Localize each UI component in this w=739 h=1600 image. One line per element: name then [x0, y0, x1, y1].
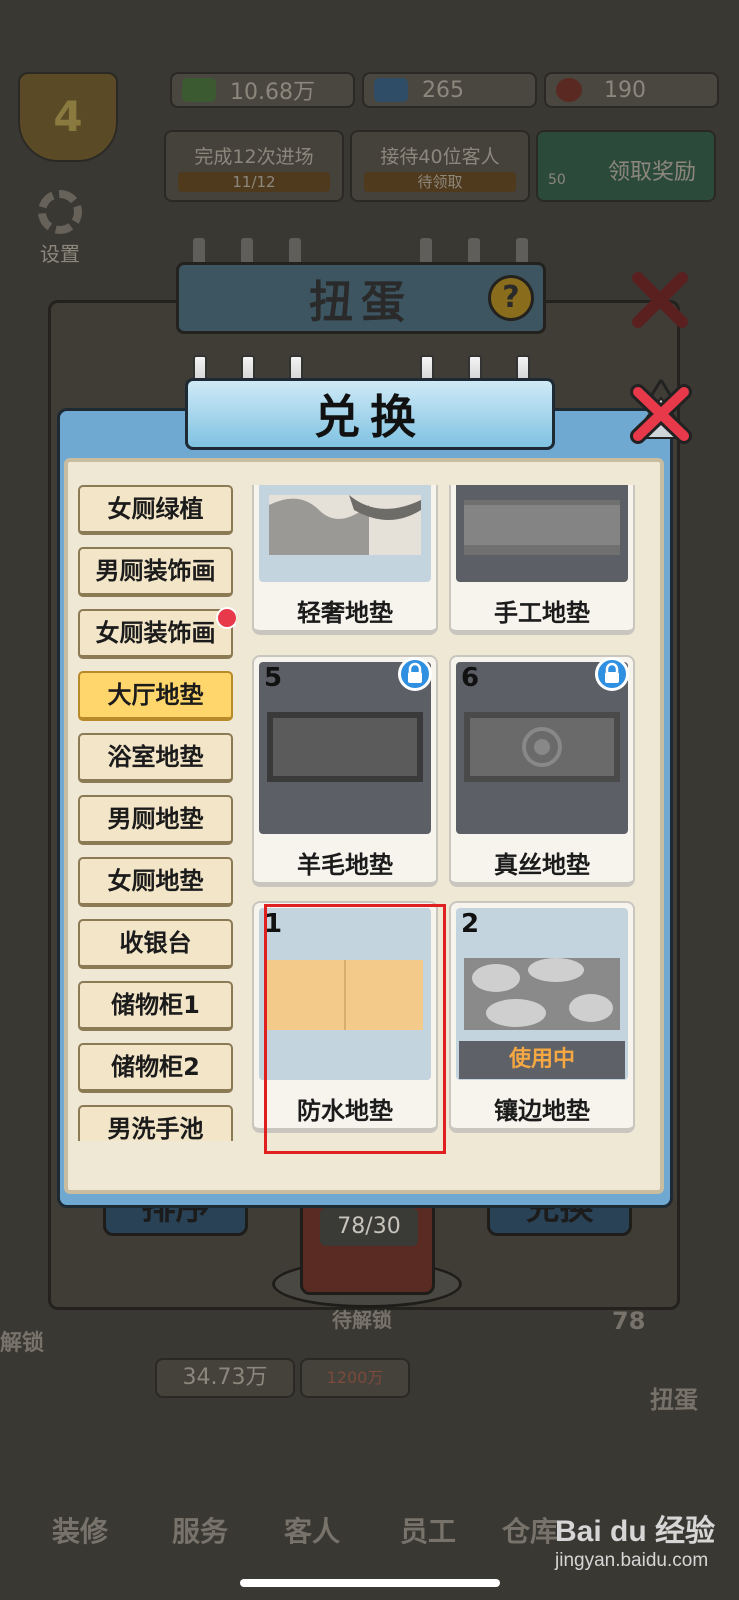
mat-image	[464, 500, 620, 555]
item-card-edged-mat[interactable]: 2 使用中 镶边地垫	[449, 901, 635, 1133]
money-counter: 34.73万	[155, 1358, 295, 1398]
item-number: 2	[461, 909, 480, 939]
item-name: 羊毛地垫	[297, 851, 393, 879]
item-number: 6	[461, 663, 480, 693]
ticket-icon	[556, 78, 582, 102]
exchange-title: 兑换	[185, 378, 555, 450]
in-use-badge: 使用中	[459, 1041, 625, 1079]
question-icon: ?	[488, 275, 534, 321]
close-icon[interactable]	[628, 378, 694, 444]
nav-service: 服务	[171, 1515, 228, 1548]
gear-icon	[38, 190, 82, 234]
item-preview	[259, 485, 431, 582]
category-female-mat[interactable]: 女厕地垫	[78, 857, 233, 907]
item-card-silk-mat[interactable]: 6 真丝地垫	[449, 655, 635, 887]
category-list[interactable]: 女厕绿植 男厕装饰画 女厕装饰画 大厅地垫 浴室地垫 男厕地垫 女厕地垫 收银台…	[78, 485, 236, 1141]
gacha-side-count: 78	[612, 1307, 646, 1335]
mat-image	[269, 495, 421, 555]
settings-button: 设置	[30, 190, 90, 267]
gacha-side-label: 扭蛋	[650, 1386, 698, 1414]
cash-icon	[182, 78, 216, 102]
item-preview	[456, 485, 628, 582]
unlock-pending-label: 待解锁	[332, 1308, 392, 1332]
quest-progress-2: 待领取	[364, 172, 516, 192]
quest-card-1: 完成12次进场 11/12	[164, 130, 344, 202]
home-indicator[interactable]	[240, 1579, 500, 1587]
item-card-handmade-mat[interactable]: 手工地垫	[449, 485, 635, 635]
reward-button: 50 领取奖励	[536, 130, 716, 202]
gems-counter: 265	[362, 72, 537, 108]
category-cashier[interactable]: 收银台	[78, 919, 233, 969]
item-name: 真丝地垫	[494, 851, 590, 879]
nav-staff: 员工	[399, 1515, 456, 1548]
lock-icon	[398, 657, 432, 691]
gem-icon	[374, 78, 408, 102]
category-female-plants[interactable]: 女厕绿植	[78, 485, 233, 535]
item-name: 轻奢地垫	[297, 599, 393, 627]
item-card-luxury-mat[interactable]: 轻奢地垫	[252, 485, 438, 635]
item-card-wool-mat[interactable]: 5 羊毛地垫	[252, 655, 438, 887]
watermark: Bai du 经验 jingyan.baidu.com	[555, 1515, 716, 1571]
nav-decorate: 装修	[51, 1515, 108, 1548]
category-locker-2[interactable]: 储物柜2	[78, 1043, 233, 1093]
notification-dot	[216, 607, 236, 629]
category-locker-1[interactable]: 储物柜1	[78, 981, 233, 1031]
item-number: 5	[264, 663, 283, 693]
nav-customer: 客人	[283, 1515, 340, 1548]
quest-progress-1: 11/12	[178, 172, 330, 192]
tickets-counter: 190	[544, 72, 719, 108]
item-name: 手工地垫	[494, 599, 590, 627]
cash-counter: 10.68万	[170, 72, 355, 108]
category-male-mat[interactable]: 男厕地垫	[78, 795, 233, 845]
unlock-label: 解锁	[0, 1331, 45, 1356]
category-male-sink[interactable]: 男洗手池	[78, 1105, 233, 1141]
item-name: 镶边地垫	[494, 1097, 590, 1125]
level-badge: 4	[18, 72, 118, 162]
category-male-painting[interactable]: 男厕装饰画	[78, 547, 233, 597]
cost-counter: 1200万	[300, 1358, 410, 1398]
quest-card-2: 接待40位客人 待领取	[350, 130, 530, 202]
category-bath-mat[interactable]: 浴室地垫	[78, 733, 233, 783]
gacha-counter: 78/30	[320, 1208, 418, 1246]
category-female-painting[interactable]: 女厕装饰画	[78, 607, 236, 659]
lock-icon	[595, 657, 629, 691]
close-icon	[632, 272, 688, 328]
highlight-box	[264, 904, 446, 1154]
category-lobby-mat[interactable]: 大厅地垫	[78, 671, 233, 721]
